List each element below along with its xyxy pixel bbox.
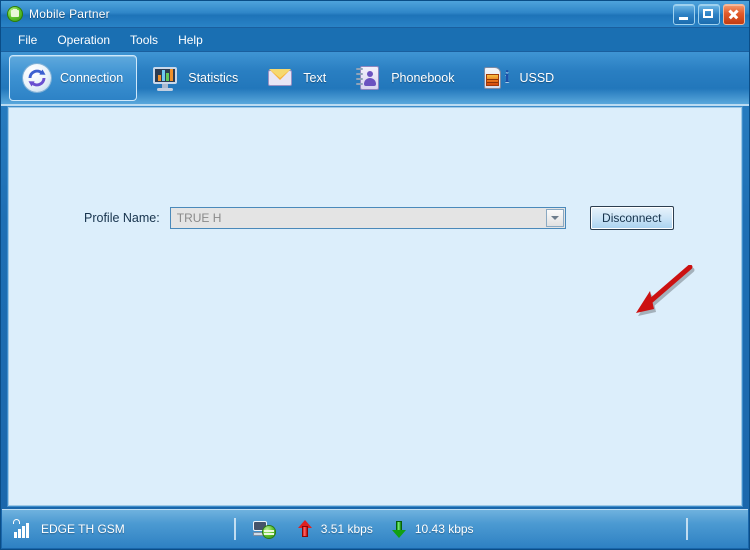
status-separator-right: [686, 518, 688, 540]
sim-card-info-icon: i: [482, 64, 510, 92]
toolbar-tab-connection-label: Connection: [60, 71, 124, 85]
chevron-down-icon[interactable]: [545, 209, 564, 227]
window-controls: [673, 4, 745, 25]
network-status-label: EDGE TH GSM: [41, 522, 125, 536]
profile-row: Profile Name: TRUE H Disconnect: [84, 206, 674, 230]
close-icon: [724, 5, 744, 24]
toolbar-tab-statistics-label: Statistics: [188, 71, 239, 85]
menu-item-tools[interactable]: Tools: [121, 30, 167, 50]
upload-rate-label: 3.51 kbps: [320, 522, 373, 536]
download-rate-label: 10.43 kbps: [414, 522, 474, 536]
menu-item-operation[interactable]: Operation: [48, 30, 119, 50]
toolbar-tab-text[interactable]: Text: [252, 55, 340, 101]
arrow-down-icon: [391, 519, 406, 539]
toolbar-tab-phonebook-label: Phonebook: [391, 71, 455, 85]
window-title: Mobile Partner: [29, 7, 110, 21]
minimize-button[interactable]: [673, 4, 695, 25]
maximize-button[interactable]: [698, 4, 720, 25]
mobile-partner-icon: [7, 6, 23, 22]
title-bar: Mobile Partner: [1, 1, 749, 28]
monitor-chart-icon: [151, 64, 179, 92]
envelope-icon: [266, 64, 294, 92]
status-bar: EDGE TH GSM 3.51 kbps 10.43 kbps: [2, 509, 748, 548]
signal-bars-icon: [12, 519, 32, 539]
profile-name-label: Profile Name:: [84, 211, 160, 225]
disconnect-button[interactable]: Disconnect: [589, 206, 674, 230]
computer-connected-icon: [252, 519, 275, 539]
maximize-icon: [699, 5, 719, 24]
toolbar-tab-phonebook[interactable]: Phonebook: [340, 55, 468, 101]
menu-item-help[interactable]: Help: [169, 30, 212, 50]
status-separator: [233, 518, 236, 540]
toolbar: Connection Statistics Text Phonebook i U…: [1, 52, 749, 106]
toolbar-tab-ussd-label: USSD: [519, 71, 555, 85]
arrow-up-icon: [297, 519, 312, 539]
toolbar-tab-text-label: Text: [303, 71, 327, 85]
toolbar-tab-ussd[interactable]: i USSD: [468, 55, 568, 101]
address-book-icon: [354, 64, 382, 92]
toolbar-tab-statistics[interactable]: Statistics: [137, 55, 252, 101]
minimize-icon: [674, 5, 694, 24]
menu-bar: File Operation Tools Help: [1, 28, 749, 52]
annotation-arrow-icon: [636, 265, 695, 316]
close-button[interactable]: [723, 4, 745, 25]
toolbar-tab-connection[interactable]: Connection: [9, 55, 138, 101]
profile-name-value: TRUE H: [176, 211, 222, 225]
profile-name-combobox[interactable]: TRUE H: [169, 207, 566, 229]
refresh-circle-icon: [23, 64, 51, 92]
connection-panel: Profile Name: TRUE H Disconnect: [7, 106, 743, 507]
menu-item-file[interactable]: File: [9, 30, 46, 50]
application-window: Mobile Partner File Operation Tools Help…: [0, 0, 750, 550]
